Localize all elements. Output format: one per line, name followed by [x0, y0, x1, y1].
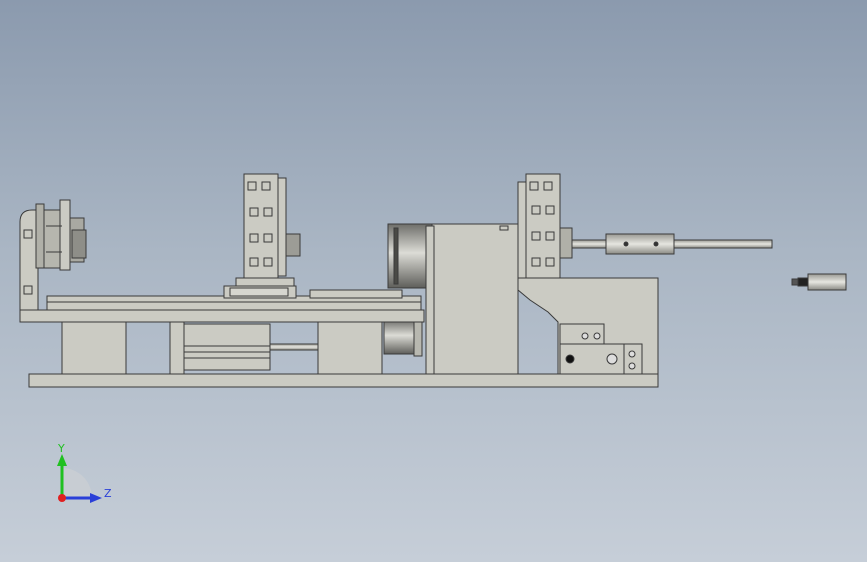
loose-connector-part — [791, 273, 847, 291]
chuck-housing — [517, 277, 659, 375]
spool-holder-left — [19, 199, 87, 311]
support-block-left — [61, 321, 127, 375]
drive-motor-lower — [383, 317, 423, 357]
x-axis-dot — [58, 494, 66, 502]
base-plate — [28, 373, 659, 388]
table-frame — [19, 309, 425, 323]
pneumatic-cylinder — [183, 323, 319, 371]
triad-quadrant — [62, 468, 92, 498]
support-block-mid — [169, 321, 185, 375]
extrusion-post-left — [223, 173, 301, 299]
gearbox-housing — [431, 223, 519, 375]
orientation-triad[interactable]: Y Z — [40, 430, 130, 520]
gearbox-flange — [425, 225, 435, 375]
support-block-right — [317, 321, 383, 375]
table-slot-plate — [309, 289, 403, 299]
spindle-shaft — [571, 233, 773, 255]
main-motor — [387, 223, 433, 289]
cad-viewport[interactable]: Y Z — [0, 0, 867, 562]
z-axis-arrowhead — [90, 493, 102, 503]
extrusion-post-right — [517, 173, 573, 279]
y-axis-label: Y — [57, 442, 65, 455]
z-axis-label: Z — [104, 487, 112, 500]
assembly-side-view — [19, 173, 847, 388]
y-axis-arrowhead — [57, 454, 67, 466]
